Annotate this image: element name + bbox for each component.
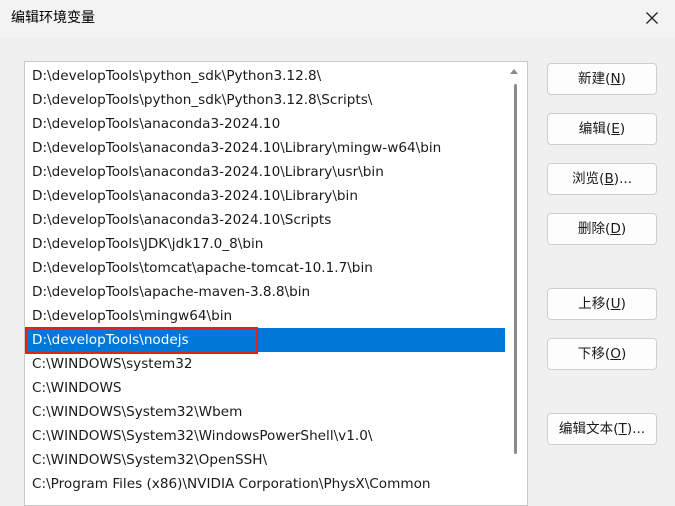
move-up-button-label: 上移( <box>578 296 611 312</box>
browse-button-label: 浏览( <box>571 171 605 187</box>
new-button-mnemonic: N <box>610 71 621 87</box>
edit-text-button-suffix: )... <box>626 421 646 437</box>
scrollbar-thumb[interactable] <box>514 84 517 454</box>
new-button-label: 新建( <box>578 71 611 87</box>
move-up-button-suffix: ) <box>620 296 626 312</box>
list-item[interactable]: C:\Program Files (x86)\NVIDIA Corporatio… <box>25 472 505 496</box>
delete-button[interactable]: 删除(D) <box>547 213 657 245</box>
list-item[interactable]: D:\developTools\nodejs <box>25 328 505 352</box>
move-down-button-suffix: ) <box>620 346 627 362</box>
delete-button-suffix: ) <box>620 221 627 237</box>
edit-env-variable-dialog: 编辑环境变量 D:\developTools\python_sdk\Python… <box>0 0 675 506</box>
edit-text-button[interactable]: 编辑文本(T)... <box>547 413 657 445</box>
list-item[interactable]: C:\WINDOWS\System32\OpenSSH\ <box>25 448 505 472</box>
move-down-button-label: 下移( <box>577 346 611 362</box>
list-item[interactable]: D:\developTools\anaconda3-2024.10 <box>25 112 505 136</box>
list-item[interactable]: D:\developTools\anaconda3-2024.10\Librar… <box>25 160 505 184</box>
list-item[interactable]: D:\developTools\anaconda3-2024.10\Librar… <box>25 136 505 160</box>
list-item[interactable]: D:\developTools\JDK\jdk17.0_8\bin <box>25 232 505 256</box>
window-title: 编辑环境变量 <box>11 10 95 26</box>
move-down-button[interactable]: 下移(O) <box>547 338 657 370</box>
list-item[interactable]: D:\developTools\anaconda3-2024.10\Script… <box>25 208 505 232</box>
path-list[interactable]: D:\developTools\python_sdk\Python3.12.8\… <box>24 61 528 506</box>
list-item[interactable]: C:\WINDOWS\system32 <box>25 352 505 376</box>
list-item[interactable]: D:\developTools\tomcat\apache-tomcat-10.… <box>25 256 505 280</box>
move-up-button-mnemonic: U <box>610 296 621 312</box>
list-item[interactable]: C:\WINDOWS\System32\Wbem <box>25 400 505 424</box>
title-bar: 编辑环境变量 <box>0 0 675 38</box>
list-item[interactable]: D:\developTools\apache-maven-3.8.8\bin <box>25 280 505 304</box>
new-button[interactable]: 新建(N) <box>547 63 657 95</box>
list-item[interactable]: C:\WINDOWS\System32\WindowsPowerShell\v1… <box>25 424 505 448</box>
edit-button[interactable]: 编辑(E) <box>547 113 657 145</box>
edit-button-mnemonic: E <box>611 121 620 137</box>
browse-button-suffix: )... <box>613 171 633 187</box>
vertical-scrollbar[interactable] <box>505 62 527 505</box>
move-down-button-mnemonic: O <box>610 346 621 362</box>
list-item[interactable]: D:\developTools\mingw64\bin <box>25 304 505 328</box>
list-item[interactable]: D:\developTools\python_sdk\Python3.12.8\… <box>25 88 505 112</box>
edit-button-label: 编辑( <box>578 121 612 137</box>
edit-text-button-label: 编辑文本( <box>558 421 619 437</box>
close-icon <box>646 12 658 24</box>
delete-button-label: 删除( <box>577 221 611 237</box>
edit-button-suffix: ) <box>619 121 626 137</box>
new-button-suffix: ) <box>620 71 626 87</box>
list-item[interactable]: D:\developTools\python_sdk\Python3.12.8\ <box>25 64 505 88</box>
browse-button[interactable]: 浏览(B)... <box>547 163 657 195</box>
browse-button-mnemonic: B <box>604 171 614 187</box>
chevron-up-icon[interactable] <box>510 69 518 74</box>
path-list-items: D:\developTools\python_sdk\Python3.12.8\… <box>25 64 505 496</box>
delete-button-mnemonic: D <box>610 221 621 237</box>
close-button[interactable] <box>629 0 675 36</box>
edit-text-button-mnemonic: T <box>618 421 627 437</box>
move-up-button[interactable]: 上移(U) <box>547 288 657 320</box>
list-item[interactable]: D:\developTools\anaconda3-2024.10\Librar… <box>25 184 505 208</box>
list-item[interactable]: C:\WINDOWS <box>25 376 505 400</box>
